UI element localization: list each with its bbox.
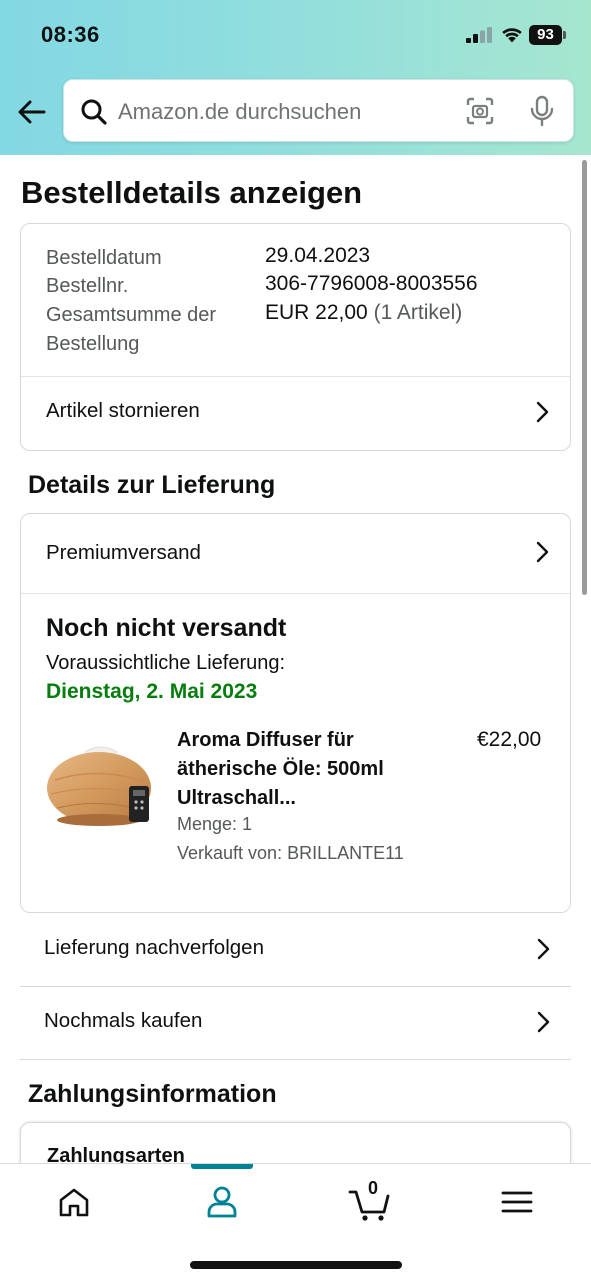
cancel-items-label: Artikel stornieren xyxy=(46,399,200,422)
product-image[interactable] xyxy=(45,736,157,831)
camera-search-icon[interactable] xyxy=(465,96,495,126)
delivery-card: Premiumversand Noch nicht versandt Vorau… xyxy=(20,513,571,913)
chevron-right-icon xyxy=(537,938,550,960)
search-icon xyxy=(81,99,107,125)
order-total-label-line1: Gesamtsumme der xyxy=(46,304,217,326)
cellular-signal-icon xyxy=(466,27,492,43)
payment-methods-label: Zahlungsarten xyxy=(47,1145,185,1165)
chevron-right-icon xyxy=(537,1011,550,1033)
order-total-amount: EUR 22,00 xyxy=(265,301,368,324)
payment-card[interactable]: Zahlungsarten xyxy=(20,1122,571,1165)
order-date-label: Bestelldatum xyxy=(46,247,162,269)
order-number-row: Bestellnr. xyxy=(46,272,128,301)
page-title: Bestelldetails anzeigen xyxy=(21,175,363,210)
bottom-navigation: 0 xyxy=(0,1163,591,1280)
scrollbar[interactable] xyxy=(582,160,587,595)
home-icon[interactable] xyxy=(54,1182,94,1222)
battery-indicator: 93 xyxy=(529,25,562,45)
product-name[interactable]: Aroma Diffuser für ätherische Öle: 500ml… xyxy=(177,726,427,813)
microphone-icon[interactable] xyxy=(529,95,555,127)
battery-tip xyxy=(563,31,566,39)
order-number-label: Bestellnr. xyxy=(46,275,129,297)
product-quantity: Menge: 1 xyxy=(177,814,253,834)
home-indicator[interactable] xyxy=(190,1261,402,1269)
order-summary-card: Bestelldatum 29.04.2023 Bestellnr. 306-7… xyxy=(20,223,571,451)
shipping-method-link[interactable]: Premiumversand xyxy=(21,514,570,592)
shipping-method-label: Premiumversand xyxy=(46,541,201,564)
order-details-content[interactable]: Bestelldetails anzeigen Bestelldatum 29.… xyxy=(0,155,591,1165)
buy-again-link[interactable]: Nochmals kaufen xyxy=(20,986,571,1059)
order-total-items: (1 Artikel) xyxy=(373,301,463,324)
order-date-value: 29.04.2023 xyxy=(265,244,371,267)
search-bar[interactable] xyxy=(63,79,574,142)
product-price: €22,00 xyxy=(477,728,542,751)
active-tab-indicator xyxy=(191,1164,253,1169)
order-date-row: Bestelldatum xyxy=(46,244,162,273)
back-arrow-icon[interactable] xyxy=(16,96,48,128)
shipment-status: Noch nicht versandt xyxy=(46,614,287,642)
product-seller: Verkauft von: BRILLANTE11 xyxy=(177,843,404,863)
order-total-row: Gesamtsumme der Bestellung xyxy=(46,301,246,359)
order-total-value: EUR 22,00 (1 Artikel) xyxy=(265,301,462,325)
account-icon[interactable] xyxy=(202,1182,242,1222)
divider xyxy=(21,593,570,594)
chevron-right-icon xyxy=(536,401,549,423)
divider xyxy=(20,1059,571,1060)
cancel-items-link[interactable]: Artikel stornieren xyxy=(21,377,570,451)
buy-again-label: Nochmals kaufen xyxy=(44,1009,203,1032)
cart-count-badge: 0 xyxy=(367,1178,378,1198)
payment-section-title: Zahlungsinformation xyxy=(28,1080,277,1108)
chevron-right-icon xyxy=(536,541,549,563)
order-number-value: 306-7796008-8003556 xyxy=(265,272,478,295)
search-input[interactable] xyxy=(118,94,418,130)
header: 08:36 93 xyxy=(0,0,591,155)
expected-delivery-label: Voraussichtliche Lieferung: xyxy=(46,652,286,674)
menu-icon[interactable] xyxy=(497,1182,537,1222)
track-delivery-label: Lieferung nachverfolgen xyxy=(44,936,264,959)
delivery-section-title: Details zur Lieferung xyxy=(28,471,276,499)
status-time: 08:36 xyxy=(41,22,100,47)
expected-delivery-date: Dienstag, 2. Mai 2023 xyxy=(46,680,258,703)
order-total-label-line2: Bestellung xyxy=(46,333,140,355)
wifi-icon xyxy=(502,28,522,43)
track-delivery-link[interactable]: Lieferung nachverfolgen xyxy=(20,913,571,986)
